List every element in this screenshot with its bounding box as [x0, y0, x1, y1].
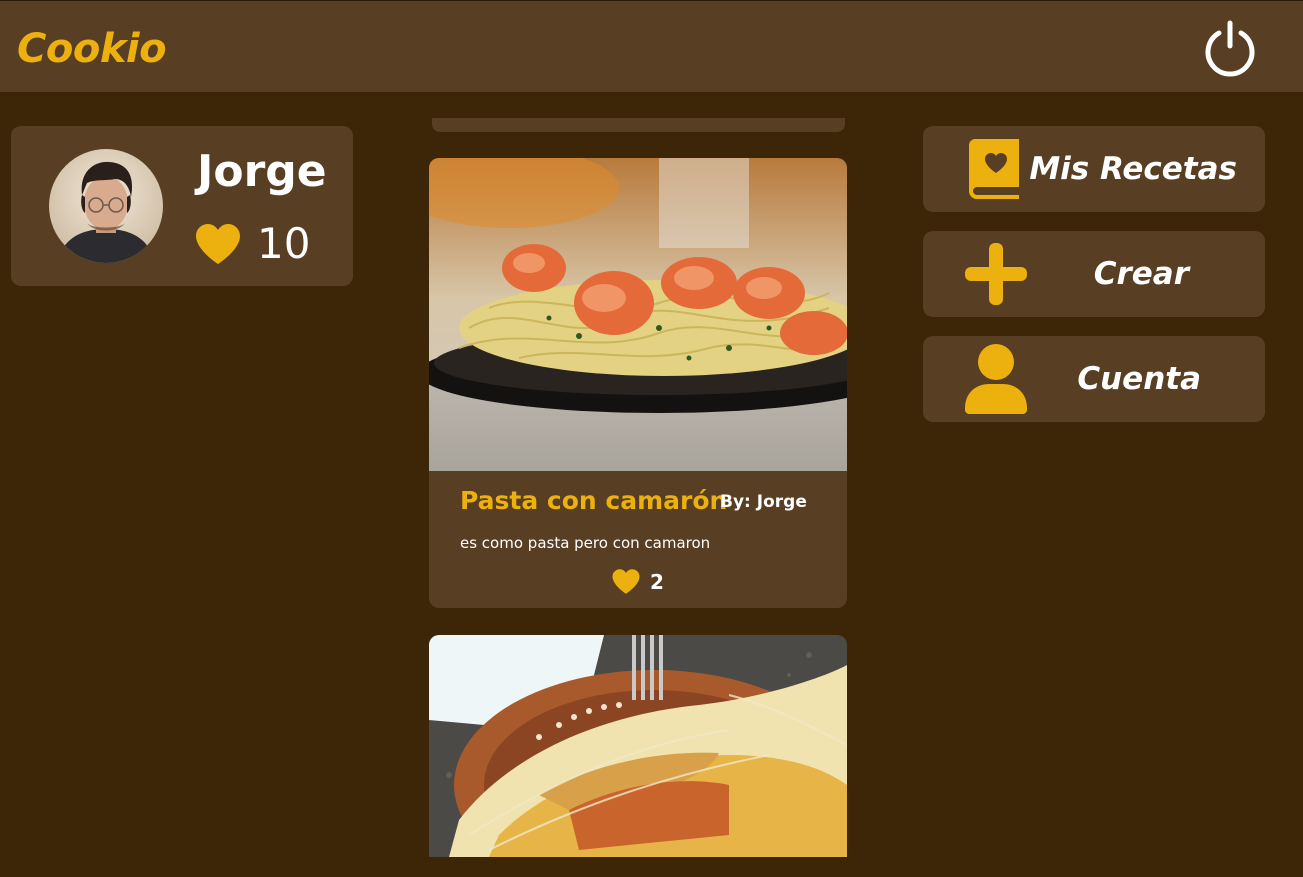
crear-label: Crear [1093, 256, 1189, 292]
recipe-like-count: 2 [650, 570, 664, 594]
previous-post-edge [432, 118, 845, 132]
profile-card: Jorge 10 [11, 126, 353, 286]
power-icon[interactable] [1201, 19, 1259, 77]
plus-icon [965, 243, 1027, 309]
mis-recetas-button[interactable]: Mis Recetas [923, 126, 1265, 212]
top-bar: Cookio [0, 0, 1303, 92]
recipe-card[interactable] [429, 635, 847, 857]
recipe-description: es como pasta pero con camaron [460, 534, 711, 552]
recipe-card[interactable]: Pasta con camarón By: Jorge es como past… [429, 158, 847, 608]
heart-icon [194, 222, 242, 266]
brand-logo[interactable]: Cookio [17, 23, 167, 75]
total-likes-count: 10 [257, 219, 311, 268]
recipe-title[interactable]: Pasta con camarón [460, 484, 727, 518]
user-name: Jorge [197, 146, 327, 197]
like-heart-icon[interactable] [611, 568, 641, 595]
recipe-author[interactable]: By: Jorge [720, 490, 807, 514]
user-icon [965, 344, 1027, 418]
avatar[interactable] [49, 149, 163, 263]
mis-recetas-label: Mis Recetas [1029, 151, 1237, 187]
heart-book-icon [969, 139, 1023, 203]
recipe-image[interactable] [429, 158, 847, 471]
recipe-image[interactable] [429, 635, 847, 857]
cuenta-label: Cuenta [1077, 361, 1201, 397]
cuenta-button[interactable]: Cuenta [923, 336, 1265, 422]
crear-button[interactable]: Crear [923, 231, 1265, 317]
